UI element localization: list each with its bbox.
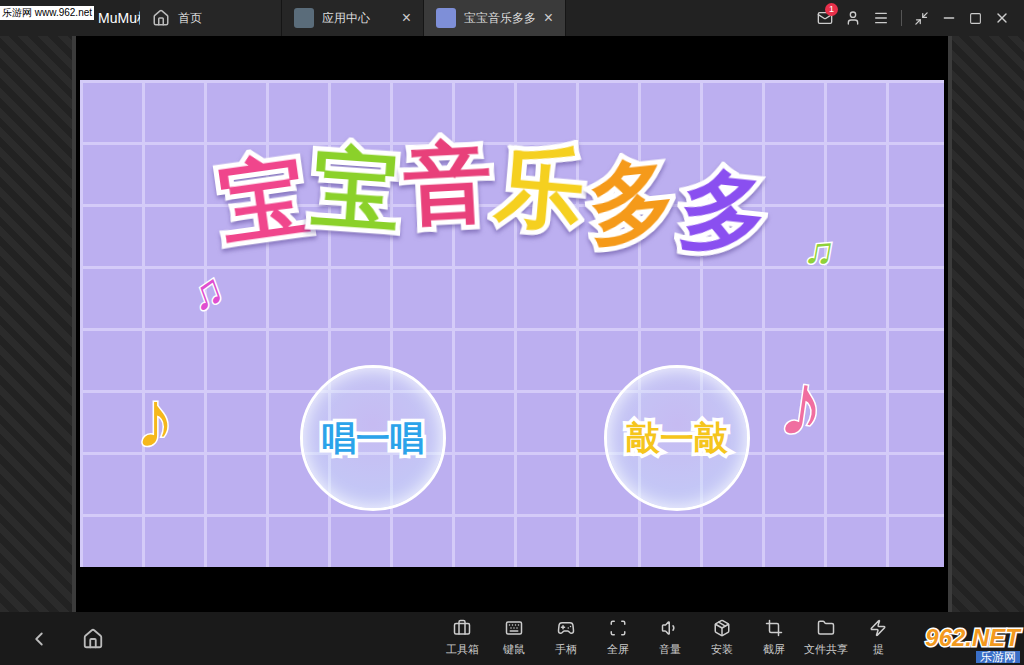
title-letter: 宝 [214,150,313,249]
toolbar-button[interactable]: 安装 [696,619,748,658]
minimize-icon[interactable] [941,10,957,26]
toolbar-button[interactable]: 提 [852,619,904,658]
title-letter: 多 [584,154,681,251]
tool-icon [609,619,627,637]
app-icon [436,8,456,28]
music-note: ♫ [183,266,229,319]
app-icon [294,8,314,28]
toolbar-button[interactable]: 全屏 [592,619,644,658]
tool-icon [713,619,731,637]
maximize-icon[interactable] [969,12,982,25]
tool-icon [869,619,887,637]
tab-close-button[interactable]: × [402,6,411,30]
game-title: 宝宝音乐多多 [220,150,768,238]
tool-icon [661,619,679,637]
tab[interactable]: 宝宝音乐多多× [424,0,566,36]
notification-badge: 1 [825,3,838,16]
compact-icon[interactable] [914,11,929,26]
game-screen[interactable]: 宝宝音乐多多 ♫ ♫ ♪ ♪ 唱一唱 敲一敲 [80,80,944,567]
toolbar-button[interactable]: 截屏 [748,619,800,658]
toolbar-button[interactable]: 工具箱 [436,619,488,658]
tool-icon [557,619,575,637]
title-bar: 乐游网 www.962.netMuMu模拟器首页应用中心×宝宝音乐多多× 1 [0,0,1024,36]
toolbar-button[interactable]: 键鼠 [488,619,540,658]
tool-icon [453,619,471,637]
back-icon[interactable] [28,628,50,650]
bottom-toolbar: 工具箱键鼠手柄全屏音量安装截屏文件共享提 962.NET乐游网 [0,612,1024,665]
tab[interactable]: 首页 [140,0,282,36]
app-logo: 乐游网 www.962.netMuMu模拟器 [0,0,140,36]
music-note: ♪ [135,380,175,460]
close-icon[interactable] [994,10,1010,26]
home-icon[interactable] [82,628,104,650]
watermark: 962.NET乐游网 [925,626,1020,663]
title-letter: 多 [676,164,773,261]
toolbar-button[interactable]: 音量 [644,619,696,658]
title-letter: 宝 [309,143,403,237]
title-letter: 乐 [492,140,587,235]
emulator-window: 乐游网 www.962.netMuMu模拟器首页应用中心×宝宝音乐多多×1宝宝音… [0,0,1024,665]
tool-icon [817,619,835,637]
window-controls: 1 [817,0,1024,36]
tool-icon [505,619,523,637]
tab-close-button[interactable]: × [544,6,553,30]
device-frame: 宝宝音乐多多 ♫ ♫ ♪ ♪ 唱一唱 敲一敲 [72,36,952,612]
bubble-button[interactable]: 唱一唱 [300,365,446,511]
tab[interactable]: 应用中心× [282,0,424,36]
home-icon [152,9,170,27]
music-note: ♪ [774,357,831,452]
menu-icon[interactable] [873,10,889,26]
screen-area: 宝宝音乐多多 ♫ ♫ ♪ ♪ 唱一唱 敲一敲 [0,36,1024,612]
user-icon[interactable] [845,10,861,26]
bubble-button[interactable]: 敲一敲 [604,365,750,511]
watermark: 乐游网 www.962.net [0,6,94,20]
toolbar-button[interactable]: 手柄 [540,619,592,658]
music-note: ♫ [802,228,838,273]
title-letter: 音 [402,138,494,230]
mail-button[interactable]: 1 [817,10,833,26]
toolbar-button[interactable]: 文件共享 [800,619,852,658]
tool-icon [765,619,783,637]
